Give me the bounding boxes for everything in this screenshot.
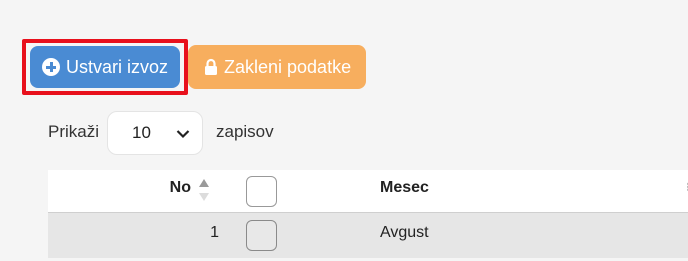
create-export-label: Ustvari izvoz bbox=[66, 56, 169, 77]
length-suffix-label: zapisov bbox=[216, 122, 274, 141]
chevron-down-icon bbox=[176, 130, 190, 139]
row-checkbox[interactable] bbox=[246, 220, 277, 251]
lock-data-label: Zakleni podatke bbox=[224, 56, 352, 77]
column-header-no[interactable]: No bbox=[170, 179, 191, 197]
row-no-cell: 1 bbox=[210, 224, 219, 241]
page-length-value: 10 bbox=[132, 123, 151, 142]
lock-icon bbox=[204, 58, 218, 76]
page-length-select[interactable]: 10 bbox=[107, 111, 203, 155]
data-table: No Mesec ⁝ 1 Avgust bbox=[48, 170, 688, 258]
table-header: No Mesec ⁝ bbox=[48, 170, 688, 212]
table-row[interactable]: 1 Avgust bbox=[48, 212, 688, 258]
lock-data-button[interactable]: Zakleni podatke bbox=[188, 45, 366, 89]
row-month-cell: Avgust bbox=[380, 224, 429, 241]
select-all-checkbox[interactable] bbox=[246, 176, 277, 207]
column-header-month[interactable]: Mesec bbox=[380, 179, 429, 197]
length-prefix-label: Prikaži bbox=[48, 122, 100, 141]
create-export-button[interactable]: Ustvari izvoz bbox=[30, 46, 180, 88]
sort-icon[interactable] bbox=[198, 177, 210, 203]
plus-circle-icon bbox=[42, 58, 60, 76]
